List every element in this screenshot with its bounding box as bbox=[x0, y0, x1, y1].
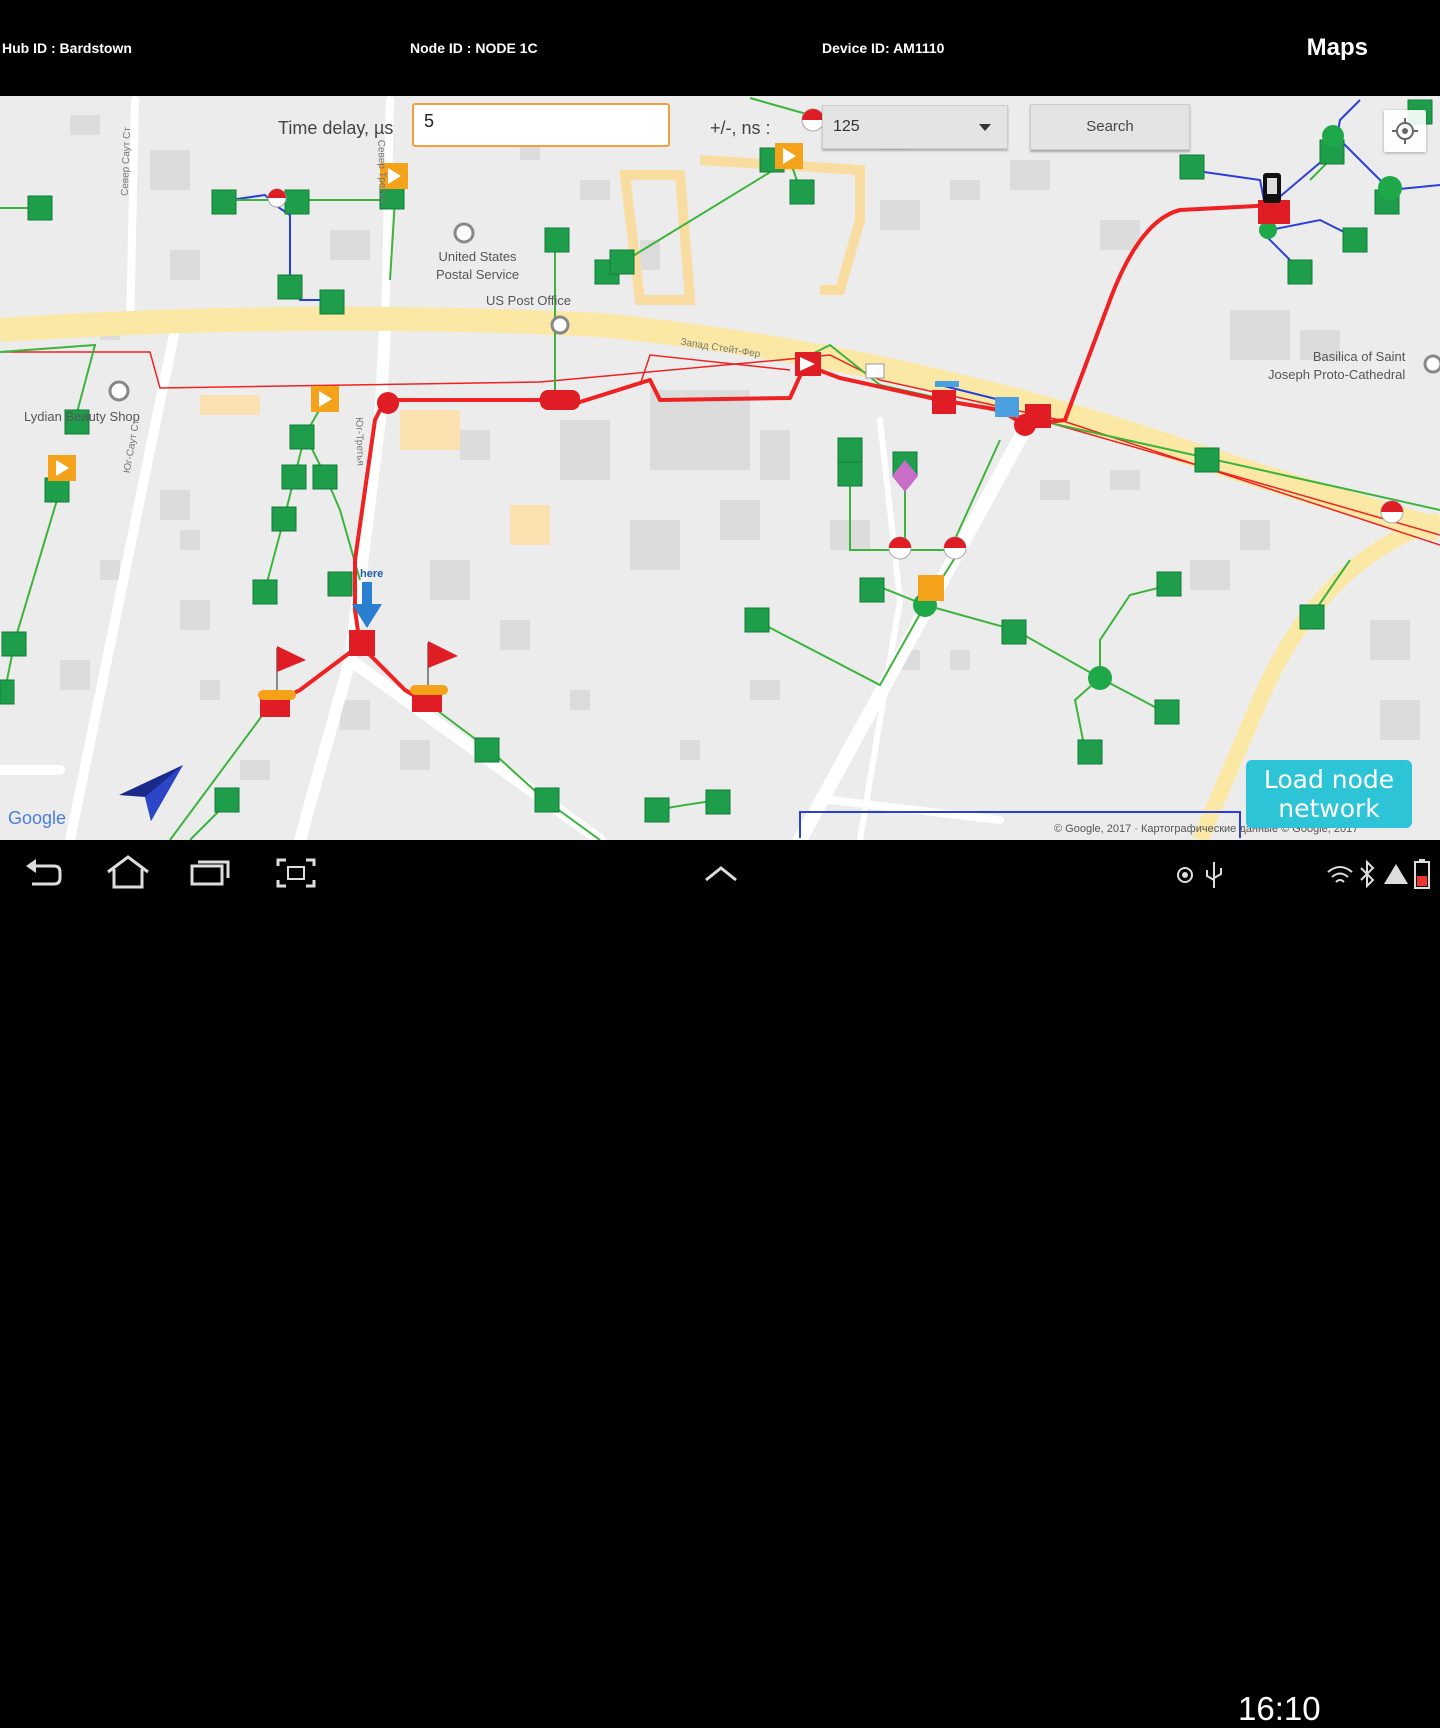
home-icon[interactable] bbox=[104, 854, 152, 890]
back-icon[interactable] bbox=[24, 858, 64, 888]
dropdown-arrow-icon bbox=[979, 124, 991, 131]
recent-apps-icon[interactable] bbox=[188, 858, 234, 888]
street-label-2: Север Третья bbox=[375, 139, 389, 204]
time-delay-label: Time delay, µs bbox=[278, 118, 394, 138]
search-button[interactable]: Search bbox=[1030, 104, 1190, 150]
my-location-icon bbox=[1392, 118, 1418, 144]
status-clock: 16:10 bbox=[1238, 1690, 1321, 1727]
signal-icon bbox=[1384, 864, 1408, 884]
load-node-network-button[interactable]: Load node network bbox=[1246, 760, 1412, 828]
you-are-here-label: here bbox=[360, 568, 384, 580]
hub-id-label: Hub ID : Bardstown bbox=[2, 40, 132, 56]
time-delay-input[interactable]: 5 bbox=[412, 103, 670, 147]
chevron-up-icon[interactable] bbox=[702, 864, 740, 884]
app-header: Hub ID : Bardstown Node ID : NODE 1C Dev… bbox=[0, 0, 1440, 96]
place-basilica: Basilica of Saint Joseph Proto-Cathedral bbox=[1268, 349, 1406, 382]
location-icon bbox=[1177, 867, 1193, 883]
usb-icon bbox=[1206, 862, 1222, 888]
place-post-office: US Post Office bbox=[486, 293, 572, 308]
map-canvas bbox=[0, 96, 1440, 840]
street-label-3: Юг-Третья bbox=[352, 417, 366, 466]
place-lydian: Lydian Beauty Shop bbox=[24, 409, 140, 424]
google-logo: Google bbox=[8, 808, 67, 828]
map-view[interactable]: United States Postal Service US Post Off… bbox=[0, 96, 1440, 840]
wifi-icon bbox=[1327, 866, 1353, 883]
page-title: Maps bbox=[1306, 34, 1368, 61]
tolerance-selected-value: 125 bbox=[833, 118, 860, 135]
tolerance-select[interactable]: 125 bbox=[822, 105, 1008, 149]
system-nav-bar: 16:10 bbox=[0, 840, 1440, 1727]
node-id-label: Node ID : NODE 1C bbox=[410, 40, 538, 56]
device-id-label: Device ID: AM1110 bbox=[822, 40, 945, 56]
navigation-arrow-icon bbox=[119, 765, 183, 821]
place-usps: United States Postal Service bbox=[436, 249, 520, 282]
battery-icon bbox=[1414, 859, 1430, 889]
tolerance-label: +/-, ns : bbox=[710, 118, 771, 138]
my-location-button[interactable] bbox=[1384, 110, 1426, 152]
bluetooth-icon bbox=[1360, 860, 1375, 888]
screenshot-icon[interactable] bbox=[274, 856, 318, 890]
